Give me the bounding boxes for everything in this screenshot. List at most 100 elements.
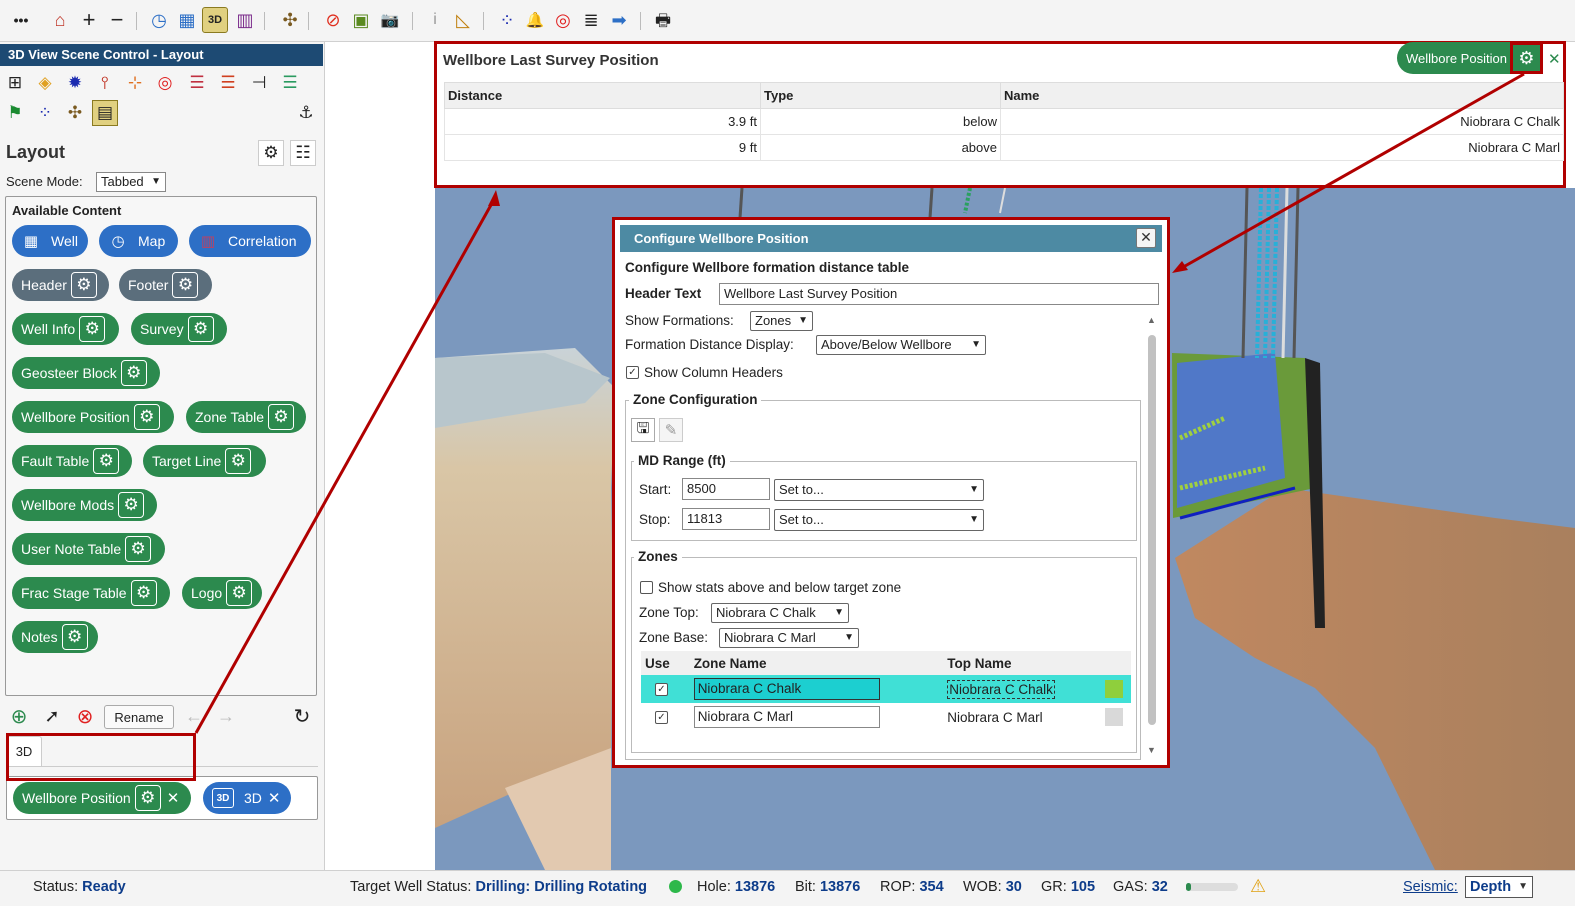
color-swatch[interactable]	[1104, 708, 1123, 726]
formation-distance-label: Formation Distance Display:	[625, 337, 794, 352]
zones-legend: Zones	[634, 549, 682, 564]
cell-top-name: Niobrara C Chalk	[943, 675, 1101, 703]
zone-name-input[interactable]: Niobrara C Chalk	[693, 678, 880, 700]
chevron-down-icon: ▼	[1518, 881, 1528, 892]
status-value: Ready	[82, 879, 126, 895]
hole-item: Hole: 13876	[697, 879, 775, 895]
scroll-up-icon[interactable]: ▲	[1147, 315, 1156, 325]
stop-label: Stop:	[639, 512, 671, 527]
target-status-item: Target Well Status: Drilling: Drilling R…	[350, 879, 647, 895]
warning-icon[interactable]: ⚠	[1250, 876, 1266, 897]
table-row[interactable]: ✓ Niobrara C Chalk Niobrara C Chalk	[641, 675, 1131, 703]
cell-zone-name: Niobrara C Chalk	[689, 675, 944, 703]
start-label: Start:	[639, 482, 672, 497]
header-text-input[interactable]: Wellbore Last Survey Position	[719, 283, 1159, 305]
select-value: Depth	[1470, 879, 1512, 895]
select-value: Set to...	[779, 482, 824, 497]
column-header-zone-name: Zone Name	[689, 651, 944, 675]
dialog-scrollbar[interactable]: ▲ ▼	[1146, 315, 1158, 755]
save-icon[interactable]: 🖫	[631, 418, 655, 442]
rop-value: 354	[919, 879, 944, 895]
hole-label: Hole:	[697, 879, 731, 895]
stop-set-select[interactable]: Set to... ▼	[774, 509, 984, 531]
md-range-legend: MD Range (ft)	[634, 453, 730, 468]
cell-top-name: Niobrara C Marl	[947, 709, 1043, 725]
scroll-thumb[interactable]	[1148, 335, 1156, 725]
status-item: Status: Ready	[33, 879, 126, 895]
cell-use: ✓	[641, 703, 690, 731]
show-column-headers-checkbox[interactable]: ✓	[626, 366, 639, 379]
header-text-label: Header Text	[625, 286, 702, 301]
configure-dialog: Configure Wellbore Position ✕ Configure …	[612, 217, 1170, 768]
cell-color	[1101, 703, 1131, 731]
dialog-header: Configure Wellbore Position ✕	[620, 225, 1162, 252]
chevron-down-icon: ▼	[834, 607, 844, 618]
gr-value: 105	[1070, 879, 1096, 895]
zone-top-label: Zone Top:	[639, 605, 699, 620]
column-header-color	[1100, 651, 1131, 675]
top-name-value: Niobrara C Chalk	[947, 679, 1055, 699]
use-checkbox[interactable]: ✓	[655, 682, 668, 696]
stop-input[interactable]: 11813	[682, 508, 770, 530]
show-column-headers-label: Show Column Headers	[644, 365, 783, 380]
table-row[interactable]: ✓ Niobrara C Marl Niobrara C Marl	[641, 703, 1131, 731]
target-label: Target Well Status:	[350, 879, 472, 895]
gr-item: GR: 105	[1041, 879, 1095, 895]
rop-item: ROP: 354	[880, 879, 944, 895]
start-set-select[interactable]: Set to... ▼	[774, 479, 984, 501]
zone-base-label: Zone Base:	[639, 630, 709, 645]
gr-label: GR:	[1041, 879, 1067, 895]
show-stats-checkbox[interactable]	[640, 581, 653, 594]
cell-color	[1100, 675, 1131, 703]
column-header-use: Use	[641, 651, 690, 675]
bit-value: 13876	[819, 879, 861, 895]
start-input[interactable]: 8500	[682, 478, 770, 500]
gas-meter-fill	[1186, 883, 1191, 891]
scroll-down-icon[interactable]: ▼	[1147, 745, 1156, 755]
zone-top-select[interactable]: Niobrara C Chalk ▼	[711, 603, 849, 623]
chevron-down-icon: ▼	[971, 339, 981, 350]
dialog-title: Configure Wellbore Position	[634, 231, 809, 246]
use-checkbox[interactable]: ✓	[655, 710, 668, 724]
select-value: Zones	[755, 313, 792, 328]
bit-item: Bit: 13876	[795, 879, 860, 895]
close-icon[interactable]: ✕	[1136, 228, 1156, 248]
show-stats-label: Show stats above and below target zone	[658, 580, 902, 595]
chevron-down-icon: ▼	[969, 514, 979, 525]
color-swatch[interactable]	[1104, 680, 1123, 698]
show-formations-label: Show Formations:	[625, 313, 734, 328]
bit-label: Bit:	[795, 879, 816, 895]
cell-use: ✓	[641, 675, 690, 703]
status-bar: Status: Ready Target Well Status: Drilli…	[0, 870, 1575, 906]
select-value: Set to...	[779, 512, 824, 527]
zone-config-legend: Zone Configuration	[629, 392, 762, 407]
status-dot-icon	[669, 880, 682, 893]
cell-zone-name: Niobrara C Marl	[690, 703, 944, 731]
select-value: Above/Below Wellbore	[821, 337, 952, 352]
formation-distance-select[interactable]: Above/Below Wellbore ▼	[816, 335, 986, 355]
zone-name-input[interactable]: Niobrara C Marl	[693, 706, 880, 728]
dialog-subtitle: Configure Wellbore formation distance ta…	[625, 260, 910, 275]
seismic-label[interactable]: Seismic:	[1403, 879, 1458, 895]
wob-label: WOB:	[963, 879, 1002, 895]
status-label: Status:	[33, 879, 79, 895]
rop-label: ROP:	[880, 879, 916, 895]
gas-item: GAS: 32	[1113, 879, 1168, 895]
chevron-down-icon: ▼	[844, 632, 854, 643]
zone-table: Use Zone Name Top Name ✓ Niobrara C Chal…	[641, 651, 1131, 731]
gas-meter	[1186, 883, 1238, 891]
column-header-top-name: Top Name	[943, 651, 1101, 675]
edit-icon[interactable]: ✎	[659, 418, 683, 442]
select-value: Niobrara C Chalk	[716, 605, 816, 620]
zone-base-select[interactable]: Niobrara C Marl ▼	[719, 628, 859, 648]
gas-label: GAS:	[1113, 879, 1148, 895]
seismic-select[interactable]: Depth ▼	[1465, 876, 1533, 898]
wob-item: WOB: 30	[963, 879, 1022, 895]
hole-value: 13876	[734, 879, 776, 895]
table-header-row: Use Zone Name Top Name	[641, 651, 1131, 675]
show-formations-select[interactable]: Zones ▼	[750, 311, 813, 331]
gas-value: 32	[1151, 879, 1168, 895]
chevron-down-icon: ▼	[798, 315, 808, 326]
chevron-down-icon: ▼	[969, 484, 979, 495]
select-value: Niobrara C Marl	[724, 630, 816, 645]
